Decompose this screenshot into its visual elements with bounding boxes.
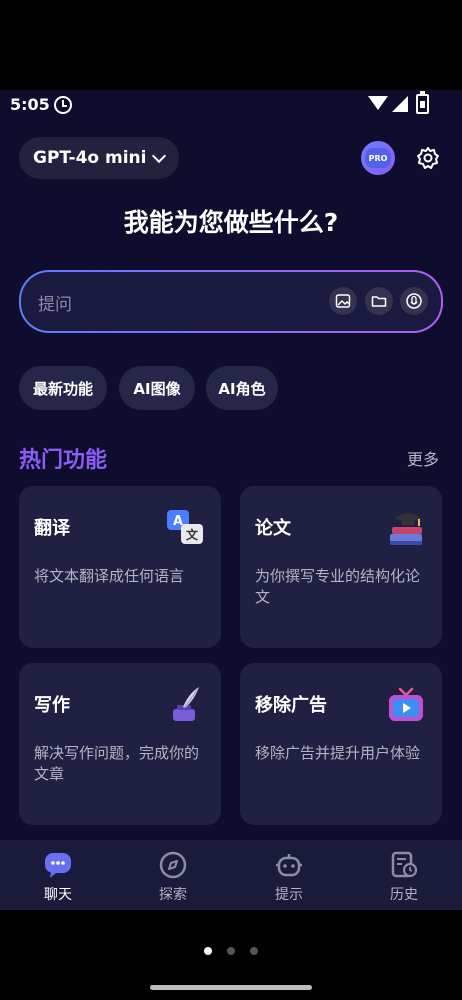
status-bar: 5:05 — [0, 90, 462, 120]
tv-icon — [389, 687, 423, 721]
chip-ai-image[interactable]: AI图像 — [119, 366, 195, 410]
nav-label: 提示 — [275, 887, 303, 903]
chip-label: 最新功能 — [32, 379, 93, 398]
home-indicator[interactable] — [150, 985, 312, 990]
nav-explore[interactable]: 探索 — [133, 850, 213, 904]
more-link[interactable]: 更多 — [407, 446, 439, 470]
card-writing[interactable]: 写作 解决写作问题，完成你的文章 — [19, 663, 221, 825]
card-description: 移除广告并提升用户体验 — [255, 744, 421, 762]
page-dot — [203, 947, 212, 955]
card-title: 写作 — [34, 695, 70, 716]
card-essay[interactable]: 论文 为你撰写专业的结构化论文 — [240, 486, 442, 648]
page-indicator — [0, 940, 462, 959]
history-icon — [391, 851, 418, 878]
translate-icon: A 文 — [167, 510, 203, 544]
page-dot — [227, 947, 235, 955]
chip-latest-features[interactable]: 最新功能 — [19, 366, 107, 410]
section-title: 热门功能 — [19, 448, 108, 473]
chip-label: AI角色 — [218, 379, 266, 398]
chip-ai-character[interactable]: AI角色 — [206, 366, 278, 410]
nav-label: 历史 — [390, 887, 418, 903]
nav-label: 探索 — [159, 887, 187, 903]
quill-icon — [173, 687, 199, 721]
model-label: GPT-4o mini — [33, 148, 147, 168]
card-title: 论文 — [255, 518, 291, 539]
bottom-navigation: 聊天 探索 提示 历史 — [0, 840, 462, 910]
signal-icon — [392, 96, 408, 112]
clock-icon — [54, 96, 72, 114]
wifi-icon — [368, 96, 388, 110]
chat-icon — [45, 853, 71, 878]
image-upload-icon[interactable] — [329, 287, 357, 315]
prompt-placeholder: 提问 — [38, 295, 72, 315]
compass-icon — [159, 851, 187, 879]
chevron-down-icon — [152, 148, 167, 163]
card-remove-ads[interactable]: 移除广告 移除广告并提升用户体验 — [240, 663, 442, 825]
status-time: 5:05 — [10, 95, 50, 114]
nav-history[interactable]: 历史 — [364, 850, 444, 904]
svg-text:文: 文 — [186, 527, 199, 542]
card-translate[interactable]: 翻译 A 文 将文本翻译成任何语言 — [19, 486, 221, 648]
card-description: 为你撰写专业的结构化论文 — [255, 567, 421, 606]
nav-chat[interactable]: 聊天 — [18, 850, 98, 904]
page-dot — [250, 947, 259, 955]
nav-prompts[interactable]: 提示 — [249, 850, 329, 904]
robot-icon — [276, 854, 302, 877]
books-icon — [390, 512, 422, 545]
card-title: 移除广告 — [255, 695, 327, 716]
model-selector[interactable]: GPT-4o mini — [19, 137, 179, 179]
chip-label: AI图像 — [133, 379, 181, 398]
battery-icon — [416, 91, 429, 114]
card-title: 翻译 — [34, 518, 70, 539]
card-description: 将文本翻译成任何语言 — [34, 567, 185, 585]
pro-label: PRO — [365, 148, 391, 168]
nav-label: 聊天 — [44, 887, 72, 903]
pro-button[interactable]: PRO — [361, 141, 395, 175]
voice-assistant-icon[interactable] — [400, 287, 428, 315]
card-description: 解决写作问题，完成你的文章 — [34, 744, 200, 783]
app-screen: 5:05 GPT-4o mini PRO 我能为您做些什么? 提问 最新功能 A… — [0, 90, 462, 910]
folder-icon[interactable] — [365, 287, 393, 315]
page-headline: 我能为您做些什么? — [123, 208, 339, 237]
prompt-input[interactable]: 提问 — [19, 270, 443, 333]
settings-gear-icon[interactable] — [416, 146, 440, 170]
